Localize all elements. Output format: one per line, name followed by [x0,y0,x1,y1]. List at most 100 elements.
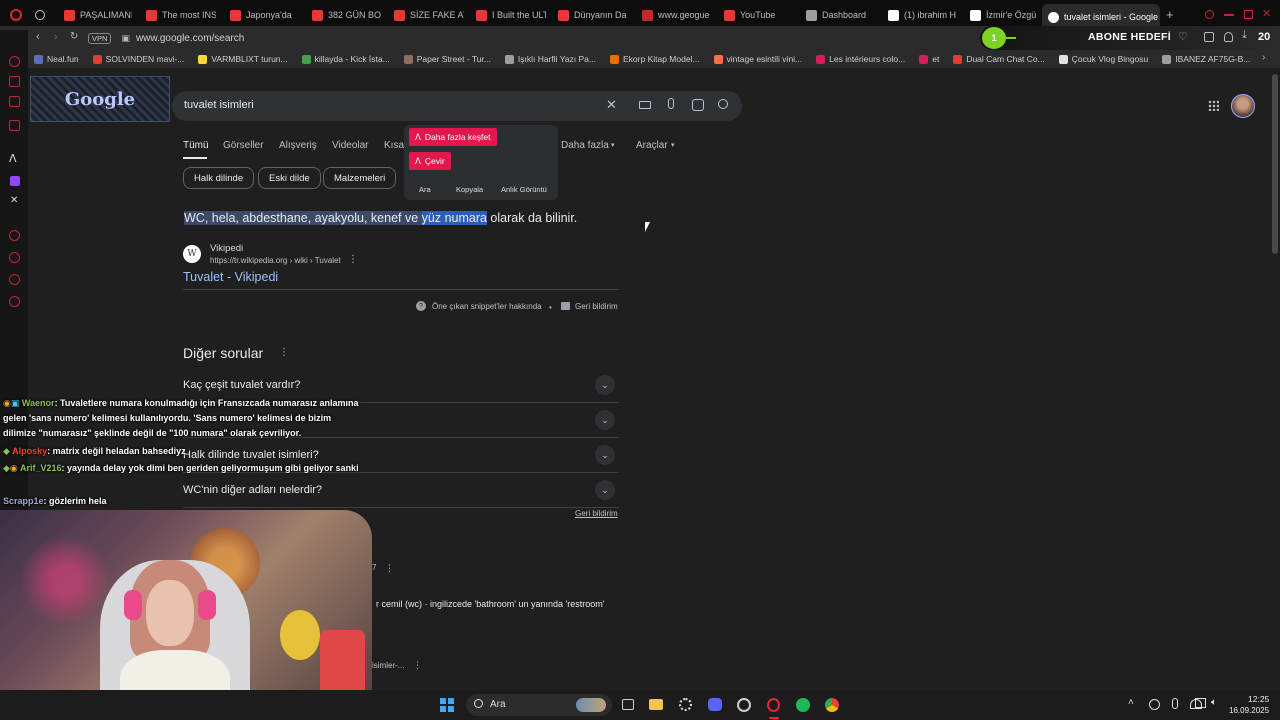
chip-malzemeleri[interactable]: Malzemeleri [323,167,397,189]
chip-halk-dilinde[interactable]: Halk dilinde [183,167,255,189]
tab-6[interactable]: I Built the ULT [470,4,546,26]
bookmark-3[interactable]: VARMBLIXT turun... [198,54,288,64]
bookmark-7[interactable]: Ekorp Kitap Model... [610,54,700,64]
source-name[interactable]: Vikipedi [210,243,243,254]
source-url[interactable]: https://tr.wikipedia.org › wiki › Tuvale… [210,256,341,265]
snippet-feedback[interactable]: Geri bildirim [575,302,618,311]
chevron-down-icon[interactable]: ⌄ [595,445,615,465]
heart-icon[interactable]: ♡ [1178,30,1188,43]
profile-icon[interactable] [1224,32,1233,42]
download-icon[interactable]: ⤓ [1242,29,1247,42]
close-window-icon[interactable]: ✕ [1262,7,1271,20]
sidebar-messenger-icon[interactable] [9,56,20,67]
tray-chevron-up-icon[interactable]: ˄ [1128,697,1134,708]
account-avatar[interactable] [1231,94,1255,118]
tab-1[interactable]: PAŞALIMANI [58,4,132,26]
sidebar-favorites-icon[interactable] [9,274,20,285]
taskbar-search[interactable]: Ara [466,694,612,716]
chevron-down-icon[interactable]: ⌄ [595,410,615,430]
sidebar-x-icon[interactable]: ✕ [10,195,18,206]
extensions-icon[interactable] [1204,32,1214,42]
translate-button[interactable]: ᐱ Çevir [409,152,451,170]
bookmark-4[interactable]: killayda - Kick İsta... [301,54,390,64]
search-icon[interactable] [718,99,728,109]
sidebar-settings-icon[interactable] [9,296,20,307]
spotify-icon[interactable] [796,698,810,712]
result-link[interactable]: Tuvalet - Vikipedi [183,270,278,284]
other-questions-menu-icon[interactable]: ⋮ [279,347,289,358]
page-scrollbar[interactable] [1272,74,1278,254]
ctx-copy-button[interactable]: Kopyala [456,185,483,194]
tab-11[interactable]: (1) ibrahim H [882,4,958,26]
tab-5[interactable]: SİZE FAKE AT [388,4,464,26]
file-explorer-icon[interactable] [649,699,663,710]
new-tab-icon[interactable]: + [1166,7,1174,22]
chrome-icon[interactable] [825,698,839,712]
bookmark-13[interactable]: IBANEZ AF75G-B... [1162,54,1250,64]
lens-icon[interactable] [692,99,704,111]
tab-8[interactable]: www.geogue [636,4,712,26]
tray-network-icon[interactable] [1195,698,1206,708]
tab-videos[interactable]: Videolar [332,140,369,151]
tab-7[interactable]: Dünyanın Da [552,4,628,26]
opera-taskbar-icon[interactable] [767,698,780,712]
bookmark-5[interactable]: Paper Street - Tur... [403,54,491,64]
sidebar-twitch-icon[interactable] [10,176,20,186]
bookmark-1[interactable]: Neal.fun [34,54,79,64]
task-view-icon[interactable] [622,699,634,710]
tab-images[interactable]: Görseller [223,140,264,151]
minimize-icon[interactable] [1224,14,1234,16]
explore-more-button[interactable]: ᐱ Daha fazla keşfet [409,128,497,146]
tab-4[interactable]: 382 GÜN BO [306,4,382,26]
search-input[interactable]: tuvalet isimleri [184,99,254,111]
taskbar-date[interactable]: 16.09.2025 [1229,706,1269,715]
bookmark-2[interactable]: SOLVINDEN mavi-... [92,54,184,64]
keyboard-icon[interactable] [639,101,651,109]
sidebar-player-icon[interactable] [9,230,20,241]
bookmark-8[interactable]: vintage esintili vini... [713,54,802,64]
tab-more[interactable]: Daha fazla [561,140,609,151]
questions-feedback[interactable]: Geri bildirim [575,509,618,518]
maximize-icon[interactable] [1244,10,1253,19]
tab-12[interactable]: İzmir'e Özgü [964,4,1040,26]
ctx-snapshot-button[interactable]: Anlık Görüntü [501,185,547,194]
hidden-result-menu-icon[interactable]: ⋮ [385,563,394,574]
bookmark-6[interactable]: Işıklı Harfli Yazı Pa... [504,54,596,64]
hidden-result-menu-icon-2[interactable]: ⋮ [413,660,422,671]
search-tabs-icon[interactable] [1205,10,1214,19]
start-icon[interactable] [440,698,454,712]
bookmark-10[interactable]: et [919,54,939,64]
sidebar-history-icon[interactable] [9,252,20,263]
bookmark-9[interactable]: Les intérieurs colo... [816,54,905,64]
forward-icon[interactable]: › [54,31,58,43]
tab-shopping[interactable]: Alışveriş [279,140,317,151]
google-logo[interactable]: Google [30,76,170,122]
search-box[interactable]: tuvalet isimleri ✕ [172,91,742,121]
tab-3[interactable]: Japonya'da [224,4,300,26]
ctx-search-button[interactable]: Ara [419,185,431,194]
tab-all[interactable]: Tümü [183,140,209,151]
settings-gear-icon[interactable] [679,698,692,711]
reload-icon[interactable]: ↻ [70,31,78,42]
address-bar[interactable]: VPN ▣ www.google.com/search [88,28,978,48]
tab-short[interactable]: Kısa [384,140,404,151]
bookmark-11[interactable]: Dual Cam Chat Co... [953,54,1045,64]
mic-icon[interactable] [668,98,674,109]
vpn-globe-icon[interactable] [35,10,45,20]
discord-icon[interactable] [708,698,722,711]
obs-icon[interactable] [737,698,751,712]
vpn-badge[interactable]: VPN [88,32,112,44]
tray-app-icon[interactable] [1149,699,1160,710]
bookmarks-more-icon[interactable]: › [1262,52,1265,63]
chevron-down-icon[interactable]: ⌄ [595,375,615,395]
tray-speaker-icon[interactable]: 🔈︎ [1211,697,1217,708]
clear-icon[interactable]: ✕ [606,97,617,113]
back-icon[interactable]: ‹ [36,31,40,43]
snippet-about[interactable]: Öne çıkan snippet'ler hakkında [432,302,542,311]
chevron-down-icon[interactable]: ⌄ [595,480,615,500]
tab-9[interactable]: YouTube [718,4,794,26]
tab-10[interactable]: Dashboard [800,4,876,26]
opera-logo-icon[interactable] [10,9,22,21]
tray-mic-icon[interactable] [1172,698,1178,709]
chip-eski-dilde[interactable]: Eski dilde [258,167,321,189]
